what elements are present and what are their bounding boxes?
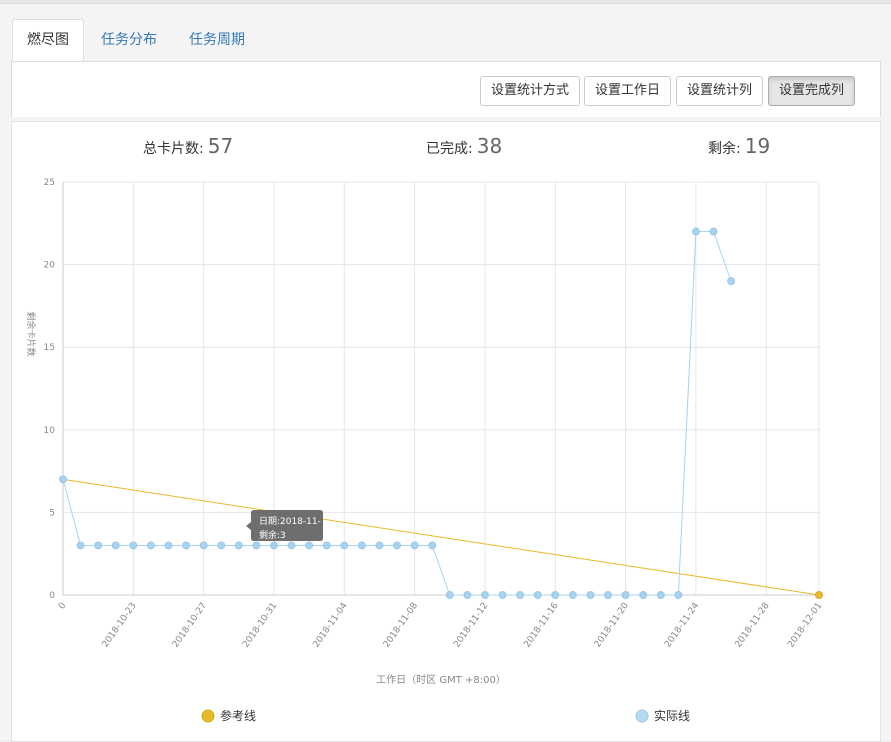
actual-point: [340, 541, 349, 550]
chart-tooltip: 日期:2018-11- 剩余:3: [246, 510, 323, 541]
actual-series: [59, 227, 736, 599]
x-tick-label: 2018-11-24: [663, 601, 701, 650]
actual-point: [199, 541, 208, 550]
tab-task-cycle[interactable]: 任务周期: [174, 19, 260, 62]
x-tick-label: 2018-11-20: [593, 601, 631, 650]
tab-bar: 燃尽图 任务分布 任务周期: [12, 19, 262, 65]
burndown-chart: 0 5 10 15 20 25 0 2018-10-23 2018-10-27 2018-10-3…: [25, 178, 825, 723]
actual-point: [146, 541, 155, 550]
tooltip-date: 日期:2018-11-: [259, 516, 321, 527]
actual-point: [164, 541, 173, 550]
x-tick-label: 2018-10-31: [241, 601, 279, 650]
actual-point: [393, 541, 402, 550]
y-tick-label: 15: [44, 343, 55, 353]
reference-point: [815, 591, 823, 599]
legend-label-reference: 参考线: [220, 708, 256, 723]
actual-point: [551, 591, 560, 599]
actual-point: [111, 541, 120, 550]
actual-point: [322, 541, 331, 550]
actual-point: [691, 227, 700, 236]
actual-point: [375, 541, 384, 550]
actual-point: [410, 541, 419, 550]
actual-point: [428, 541, 437, 550]
x-tick-label: 2018-10-23: [101, 601, 139, 650]
x-tick-label: 2018-11-12: [452, 601, 490, 650]
axes: 0 5 10 15 20 25 0 2018-10-23 2018-10-27 2018-10-3…: [44, 178, 825, 650]
actual-point: [709, 227, 718, 236]
legend-label-actual: 实际线: [654, 708, 690, 723]
actual-point: [621, 591, 630, 599]
actual-point: [516, 591, 525, 599]
tab-burndown[interactable]: 燃尽图: [12, 19, 84, 63]
actual-point: [639, 591, 648, 599]
actual-point: [533, 591, 542, 599]
x-tick-label: 2018-11-16: [523, 601, 561, 650]
y-tick-label: 25: [44, 178, 55, 188]
x-tick-label: 2018-10-27: [171, 601, 209, 650]
actual-point: [463, 591, 472, 599]
actual-point: [269, 541, 278, 550]
y-tick-label: 0: [49, 591, 55, 601]
actual-point: [59, 475, 67, 484]
x-axis-label: 工作日（时区 GMT +8:00）: [376, 674, 506, 686]
actual-line: [62, 231, 732, 596]
legend-item-actual[interactable]: 实际线: [635, 708, 690, 723]
grid: [63, 181, 820, 596]
burndown-page: 燃尽图 任务分布 任务周期 设置统计方式 设置工作日 设置统计列 设置完成列 总…: [0, 0, 891, 742]
actual-point: [656, 591, 665, 599]
actual-point: [182, 541, 191, 550]
legend: 参考线 实际线: [201, 708, 690, 723]
y-tick-label: 20: [44, 261, 56, 271]
actual-point: [76, 541, 85, 550]
actual-point: [568, 591, 577, 599]
actual-point: [94, 541, 103, 550]
actual-point: [727, 277, 736, 286]
actual-point: [498, 591, 507, 599]
actual-point: [604, 591, 613, 599]
legend-swatch-actual: [635, 709, 649, 723]
tooltip-remaining: 剩余:3: [259, 529, 286, 541]
toolbar: 设置统计方式 设置工作日 设置统计列 设置完成列: [11, 61, 881, 117]
actual-point: [217, 541, 226, 550]
actual-point: [287, 541, 296, 550]
actual-point: [586, 591, 595, 599]
set-stat-method-button[interactable]: 设置统计方式: [480, 76, 581, 106]
y-tick-label: 5: [49, 508, 55, 518]
x-tick-label: 2018-11-28: [734, 601, 772, 650]
y-tick-label: 10: [44, 426, 56, 436]
legend-swatch-reference: [201, 709, 215, 723]
actual-point: [252, 541, 261, 550]
reference-line: [62, 478, 820, 596]
actual-point: [674, 591, 683, 599]
tab-task-distribution[interactable]: 任务分布: [86, 19, 172, 62]
set-done-column-button[interactable]: 设置完成列: [768, 76, 856, 106]
x-tick-label: 2018-11-04: [312, 601, 350, 650]
actual-point: [129, 541, 138, 550]
actual-point: [305, 541, 314, 550]
actual-point: [480, 591, 489, 599]
actual-point: [357, 541, 366, 550]
x-tick-label: 2018-12-01: [786, 601, 824, 650]
x-tick-label: 0: [57, 601, 69, 612]
actual-point: [234, 541, 243, 550]
set-stat-column-button[interactable]: 设置统计列: [676, 76, 764, 106]
x-tick-label: 2018-11-08: [382, 601, 420, 650]
burndown-card: 总卡片数: 57 已完成: 38 剩余: 19 0 5 10 15 20 25 0 2018-10-…: [11, 121, 881, 742]
legend-item-reference[interactable]: 参考线: [201, 708, 256, 723]
set-workday-button[interactable]: 设置工作日: [584, 76, 672, 106]
actual-point: [445, 591, 454, 599]
y-axis-label: 剩余卡片数: [25, 311, 37, 356]
reference-series: [62, 478, 823, 599]
